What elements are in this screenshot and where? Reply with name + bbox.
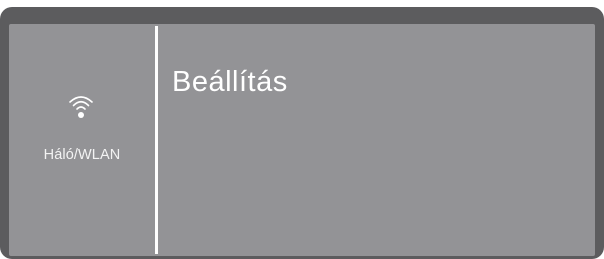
sidebar: Háló/WLAN <box>9 24 155 256</box>
page-title: Beállítás <box>172 66 288 98</box>
sidebar-item-label: Háló/WLAN <box>43 147 121 163</box>
display-screen: Háló/WLAN Beállítás <box>9 24 595 256</box>
sidebar-item-network-wlan[interactable]: Háló/WLAN <box>9 86 155 186</box>
device-bezel: Háló/WLAN Beállítás <box>0 7 604 259</box>
wifi-icon <box>68 92 94 120</box>
main-content: Beállítás <box>158 24 595 256</box>
